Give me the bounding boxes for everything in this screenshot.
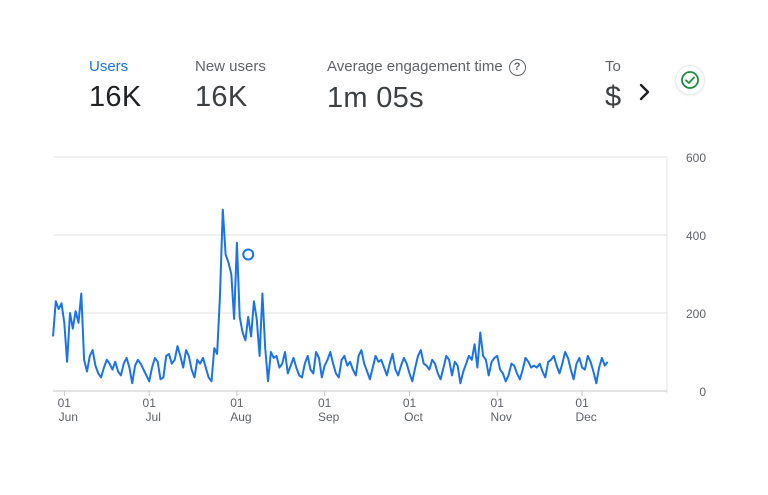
y-tick-label: 400 [686,229,706,243]
x-tick-day: 01 [58,396,72,410]
x-tick-month: Oct [404,410,423,424]
x-tick-month: Nov [491,410,512,424]
x-tick-month: Sep [318,410,340,424]
users-line-chart: 020040060001Jun01Jul01Aug01Sep01Oct01Nov… [52,151,706,424]
y-tick-label: 0 [699,385,706,399]
x-tick-month: Aug [230,410,251,424]
series-line-users [52,208,609,385]
x-tick-day: 01 [403,396,417,410]
x-tick-month: Jul [146,410,161,424]
y-tick-label: 200 [686,307,706,321]
x-tick-day: 01 [318,396,332,410]
x-tick-day: 01 [575,396,589,410]
y-tick-label: 600 [686,151,706,165]
x-tick-day: 01 [143,396,157,410]
x-tick-month: Dec [575,410,596,424]
x-tick-month: Jun [59,410,78,424]
x-tick-day: 01 [491,396,505,410]
hover-point-marker [242,248,255,261]
x-tick-day: 01 [230,396,244,410]
